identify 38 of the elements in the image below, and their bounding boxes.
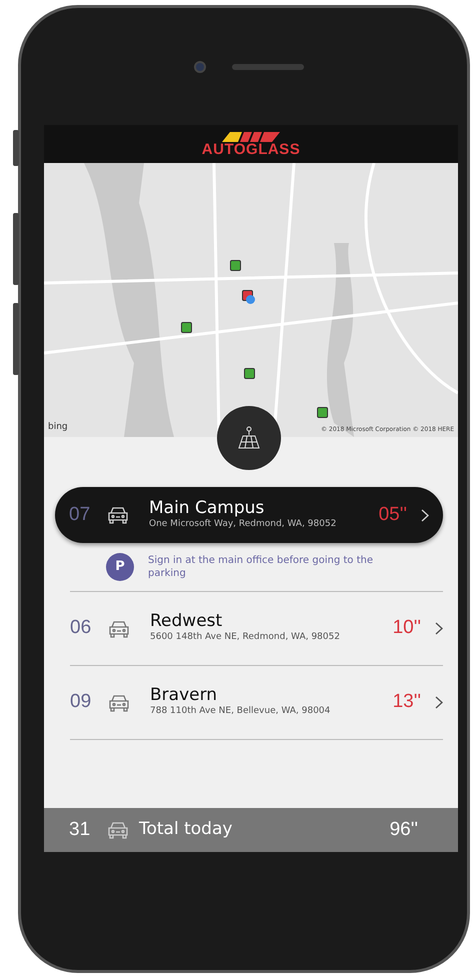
stop-time: 10'' — [392, 616, 421, 640]
total-time: 96'' — [390, 818, 418, 842]
stop-address: One Microsoft Way, Redmond, WA, 98052 — [149, 518, 336, 531]
map-grid-icon — [237, 426, 261, 450]
chevron-right-icon — [421, 508, 429, 522]
stop-note: Sign in at the main office before going to the parking — [148, 554, 374, 580]
stop-row[interactable]: 06 Redwest 5600 148th Ave NE, Redmond, WA, 98052 10'' — [70, 592, 443, 666]
speaker-grille — [232, 64, 304, 70]
stop-count: 06 — [70, 616, 92, 640]
logo-stripes-icon — [222, 132, 280, 142]
stop-row[interactable]: 07 Main Campus One Microsoft Way, Redmond, WA, 98052 05'' — [55, 487, 443, 543]
stop-count: 09 — [70, 690, 92, 714]
stop-row[interactable]: 09 Bravern 788 110th Ave NE, Bellevue, WA, 98004 13'' — [70, 666, 443, 740]
logo-text: AUTOGLASS — [202, 142, 300, 156]
total-count: 31 — [69, 818, 92, 842]
stop-count: 07 — [69, 502, 92, 527]
map-pin[interactable] — [244, 368, 255, 379]
camera-icon — [194, 60, 206, 72]
stop-address: 5600 148th Ave NE, Redmond, WA, 98052 — [150, 631, 340, 644]
car-icon — [108, 620, 130, 638]
map-pin[interactable] — [317, 407, 328, 418]
total-label: Total today — [139, 818, 232, 842]
stop-time: 05'' — [378, 502, 407, 527]
chevron-right-icon — [435, 696, 443, 709]
car-icon — [107, 506, 129, 524]
stop-name: Bravern — [150, 686, 218, 706]
parking-icon: P — [106, 553, 134, 581]
stop-name: Main Campus — [149, 498, 266, 518]
car-icon — [108, 694, 130, 712]
car-icon — [107, 821, 129, 839]
location-dot-icon — [246, 295, 255, 304]
map-pin[interactable] — [181, 322, 192, 333]
map-provider-logo: bing — [48, 420, 68, 434]
stop-name: Redwest — [150, 612, 224, 632]
stop-address: 788 110th Ave NE, Bellevue, WA, 98004 — [150, 705, 330, 718]
map-pin[interactable] — [230, 260, 241, 271]
chevron-right-icon — [435, 622, 443, 635]
stop-time: 13'' — [392, 690, 421, 714]
